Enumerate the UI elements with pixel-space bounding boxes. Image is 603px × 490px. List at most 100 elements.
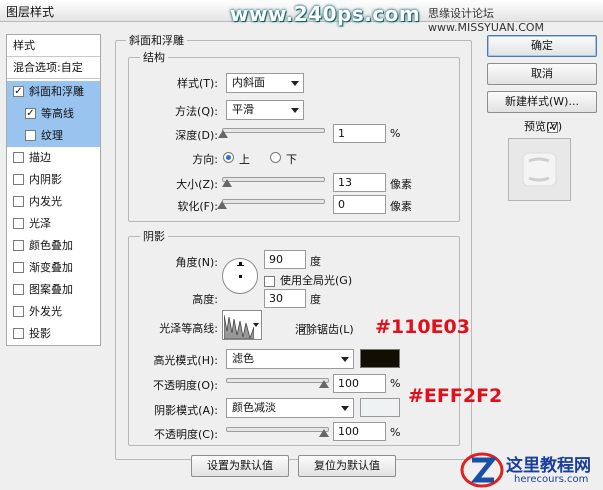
depth-label: 深度(D):	[175, 129, 218, 142]
sidebar-item-contour[interactable]: ✓ 等高线	[7, 103, 100, 125]
sidebar-item-gradient-overlay[interactable]: 渐变叠加	[7, 257, 100, 279]
styles-header[interactable]: 样式	[7, 35, 100, 57]
checkbox-stroke[interactable]	[13, 151, 24, 163]
shadow-mode-select[interactable]: 颜色减淡	[226, 398, 354, 418]
shadow-opacity-track[interactable]	[226, 427, 329, 432]
new-style-button[interactable]: 新建样式(W)...	[487, 91, 597, 113]
depth-unit: %	[390, 127, 401, 140]
size-slider-track[interactable]	[222, 177, 325, 182]
shadow-opacity-unit: %	[390, 426, 401, 439]
highlight-opacity-thumb[interactable]	[319, 380, 329, 388]
technique-label: 方法(Q):	[175, 105, 218, 118]
contour-graph-icon	[224, 314, 254, 339]
size-slider-thumb[interactable]	[222, 179, 233, 187]
size-label: 大小(Z):	[176, 178, 218, 191]
checkbox-color-overlay[interactable]	[13, 239, 24, 251]
checkbox-drop-shadow[interactable]	[13, 327, 24, 339]
global-light-checkbox[interactable]	[264, 275, 275, 287]
highlight-opacity-input[interactable]: 100	[333, 374, 386, 393]
soften-input[interactable]: 0	[333, 195, 386, 214]
bevel-emboss-title: 斜面和浮雕	[126, 32, 187, 48]
blend-options-item[interactable]: 混合选项:自定	[7, 57, 100, 79]
shadow-opacity-thumb[interactable]	[319, 429, 329, 437]
preview-thumbnail	[508, 138, 571, 201]
style-label: 样式(T):	[176, 77, 218, 90]
chevron-down-icon	[291, 108, 299, 113]
shading-title: 阴影	[140, 228, 168, 244]
soften-unit: 像素	[390, 200, 412, 213]
sidebar-item-pattern-overlay[interactable]: 图案叠加	[7, 279, 100, 301]
chevron-down-icon	[341, 406, 349, 411]
shadow-opacity-input[interactable]: 100	[333, 422, 386, 441]
checkbox-satin[interactable]	[13, 217, 24, 229]
angle-dial-center	[239, 275, 242, 278]
size-input[interactable]: 13	[333, 173, 386, 192]
site-logo: 这里教程网 herecours.com	[458, 448, 603, 490]
gloss-contour-label: 光泽等高线:	[159, 322, 218, 335]
highlight-opacity-track[interactable]	[226, 378, 329, 383]
checkbox-pattern-overlay[interactable]	[13, 283, 24, 295]
preview-label: 预览(V)	[524, 120, 563, 133]
logo-url: herecours.com	[514, 474, 589, 485]
reset-default-button[interactable]: 复位为默认值	[298, 455, 396, 477]
shadow-color-annotation: #EFF2F2	[408, 385, 503, 407]
depth-slider-track[interactable]	[222, 128, 325, 133]
angle-dial[interactable]	[222, 258, 258, 294]
direction-down-label: 下	[286, 153, 297, 166]
sidebar-item-bevel[interactable]: ✓ 斜面和浮雕	[7, 81, 100, 103]
highlight-mode-select[interactable]: 滤色	[226, 349, 354, 369]
sidebar-item-outer-glow[interactable]: 外发光	[7, 301, 100, 323]
title-bar: 图层样式 www.240ps.com 思缘设计论坛 www.MISSYUAN.C…	[0, 0, 603, 34]
watermark-forum: 思缘设计论坛 www.MISSYUAN.COM	[428, 7, 545, 34]
highlight-mode-label: 高光模式(H):	[153, 354, 218, 367]
depth-input[interactable]: 1	[333, 124, 386, 143]
window-title: 图层样式	[6, 5, 55, 19]
depth-slider-thumb[interactable]	[218, 130, 229, 138]
altitude-unit: 度	[310, 293, 321, 306]
sidebar-item-texture[interactable]: 纹理	[7, 125, 100, 147]
checkbox-contour[interactable]: ✓	[25, 107, 36, 119]
checkbox-inner-glow[interactable]	[13, 195, 24, 207]
technique-select[interactable]: 平滑	[226, 100, 304, 120]
style-select[interactable]: 内斜面	[226, 73, 304, 93]
gloss-contour-picker[interactable]	[222, 310, 262, 340]
ok-button[interactable]: 确定	[487, 35, 597, 57]
altitude-label: 高度:	[192, 293, 218, 306]
angle-input[interactable]: 90	[264, 250, 306, 269]
chevron-down-icon	[291, 81, 299, 86]
logo-text: 这里教程网	[506, 456, 591, 476]
angle-unit: 度	[310, 255, 321, 268]
altitude-input[interactable]: 30	[264, 289, 306, 308]
sidebar-item-drop-shadow[interactable]: 投影	[7, 323, 100, 345]
soften-slider-track[interactable]	[222, 199, 325, 204]
checkbox-gradient-overlay[interactable]	[13, 261, 24, 273]
structure-title: 结构	[140, 49, 168, 65]
checkbox-texture[interactable]	[25, 129, 36, 141]
watermark-site: www.240ps.com	[230, 2, 421, 26]
shadow-mode-label: 阴影模式(A):	[154, 404, 218, 417]
direction-label: 方向:	[192, 153, 218, 166]
checkbox-outer-glow[interactable]	[13, 305, 24, 317]
soften-slider-thumb[interactable]	[217, 201, 227, 209]
size-unit: 像素	[390, 178, 412, 191]
direction-up-radio[interactable]	[223, 152, 234, 163]
shadow-color-swatch[interactable]	[360, 398, 400, 417]
make-default-button[interactable]: 设置为默认值	[191, 455, 289, 477]
sidebar-item-color-overlay[interactable]: 颜色叠加	[7, 235, 100, 257]
direction-up-label: 上	[239, 153, 250, 166]
cancel-button[interactable]: 取消	[487, 63, 597, 85]
angle-label: 角度(N):	[175, 256, 218, 269]
sidebar-item-satin[interactable]: 光泽	[7, 213, 100, 235]
logo-z-icon	[460, 452, 504, 488]
shadow-opacity-label: 不透明度(C):	[154, 428, 218, 441]
sidebar-item-inner-shadow[interactable]: 内阴影	[7, 169, 100, 191]
checkbox-inner-shadow[interactable]	[13, 173, 24, 185]
highlight-color-swatch[interactable]	[360, 349, 400, 368]
sidebar-item-inner-glow[interactable]: 内发光	[7, 191, 100, 213]
direction-down-radio[interactable]	[270, 152, 281, 163]
soften-label: 软化(F):	[177, 200, 218, 213]
chevron-down-icon	[253, 323, 259, 327]
sidebar-item-stroke[interactable]: 描边	[7, 147, 100, 169]
preview-swatch-icon	[522, 152, 557, 187]
checkbox-bevel[interactable]: ✓	[13, 85, 24, 97]
